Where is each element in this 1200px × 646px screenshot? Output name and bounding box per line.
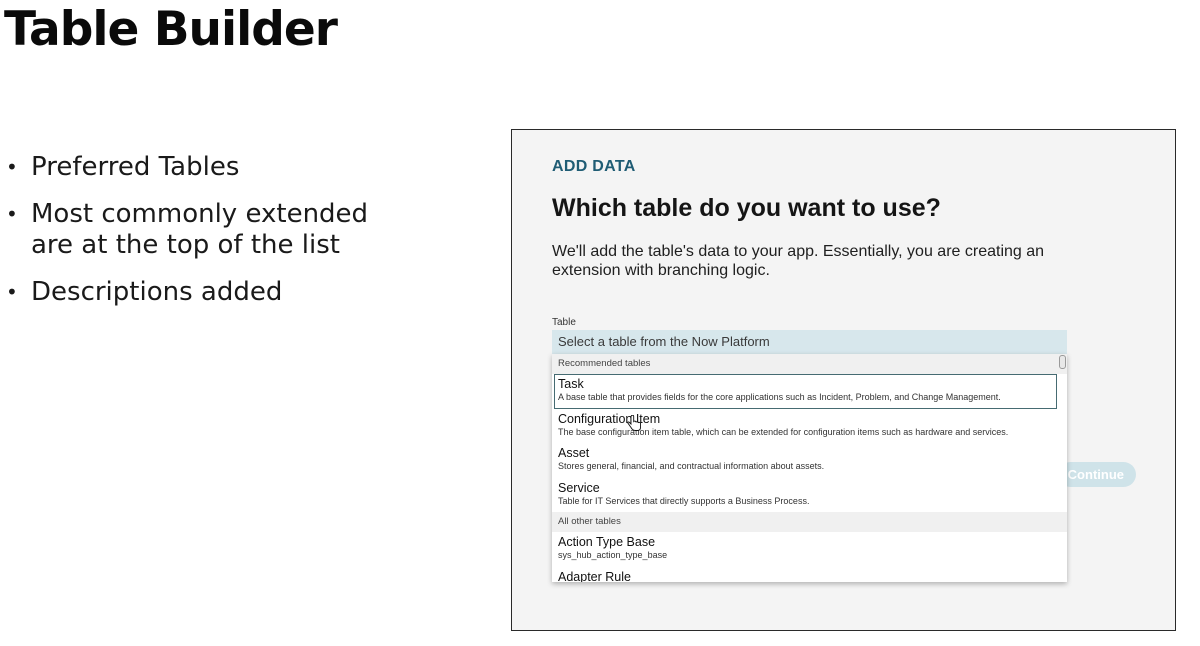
bullet-text: Descriptions added xyxy=(31,277,283,307)
option-description: A base table that provides fields for th… xyxy=(558,392,1001,402)
table-dropdown-list[interactable]: Recommended tables Task A base table tha… xyxy=(552,354,1067,582)
dropdown-scrollbar[interactable] xyxy=(1059,355,1066,369)
option-name: Action Type Base xyxy=(558,535,656,549)
bullet-list: • Preferred Tables • Most commonly extende… xyxy=(6,152,406,324)
hand-cursor-icon xyxy=(627,415,641,431)
dialog-description: We'll add the table's data to your app. … xyxy=(552,243,1045,279)
option-name: Adapter Rule xyxy=(558,569,631,583)
option-task[interactable]: Task A base table that provides fields f… xyxy=(554,374,1057,431)
bullet-text: Most commonly extended are at the top of… xyxy=(31,199,369,260)
slide-title: Table Builder xyxy=(4,2,338,57)
bullet-item: • Descriptions added xyxy=(6,277,406,308)
option-description: Table for IT Services that directly supp… xyxy=(558,495,810,506)
option-description: sys_hub_action_type_base xyxy=(558,550,668,560)
option-name: Asset xyxy=(558,446,590,460)
dialog-eyebrow: ADD DATA xyxy=(552,158,636,175)
option-service[interactable]: Service Table for IT Services that direc… xyxy=(552,478,1067,513)
option-adapter-rule[interactable]: Adapter Rule xyxy=(552,567,1067,583)
bullet-dot: • xyxy=(6,202,18,226)
bullet-item: • Most commonly extended are at the top o… xyxy=(6,199,406,261)
option-action-type-base[interactable]: Action Type Base sys_hub_action_type_bas… xyxy=(552,532,1067,567)
group-header-recommended: Recommended tables xyxy=(552,354,1067,374)
continue-button[interactable]: Continue xyxy=(1058,462,1136,487)
bullet-item: • Preferred Tables xyxy=(6,152,406,183)
bullet-dot: • xyxy=(6,155,18,179)
option-asset[interactable]: Asset Stores general, financial, and con… xyxy=(552,443,1067,478)
option-description: Stores general, financial, and contractu… xyxy=(558,461,825,471)
bullet-dot: • xyxy=(6,280,18,304)
screenshot-panel: ADD DATA Which table do you want to use?… xyxy=(511,129,1176,631)
option-name: Task xyxy=(558,377,584,391)
table-field-label: Table xyxy=(552,317,576,328)
bullet-text: Preferred Tables xyxy=(31,152,240,182)
group-header-all-other: All other tables xyxy=(552,512,1067,532)
option-name: Service xyxy=(558,480,600,495)
dialog-question: Which table do you want to use? xyxy=(552,194,941,222)
table-select[interactable]: Select a table from the Now Platform xyxy=(552,330,1067,354)
